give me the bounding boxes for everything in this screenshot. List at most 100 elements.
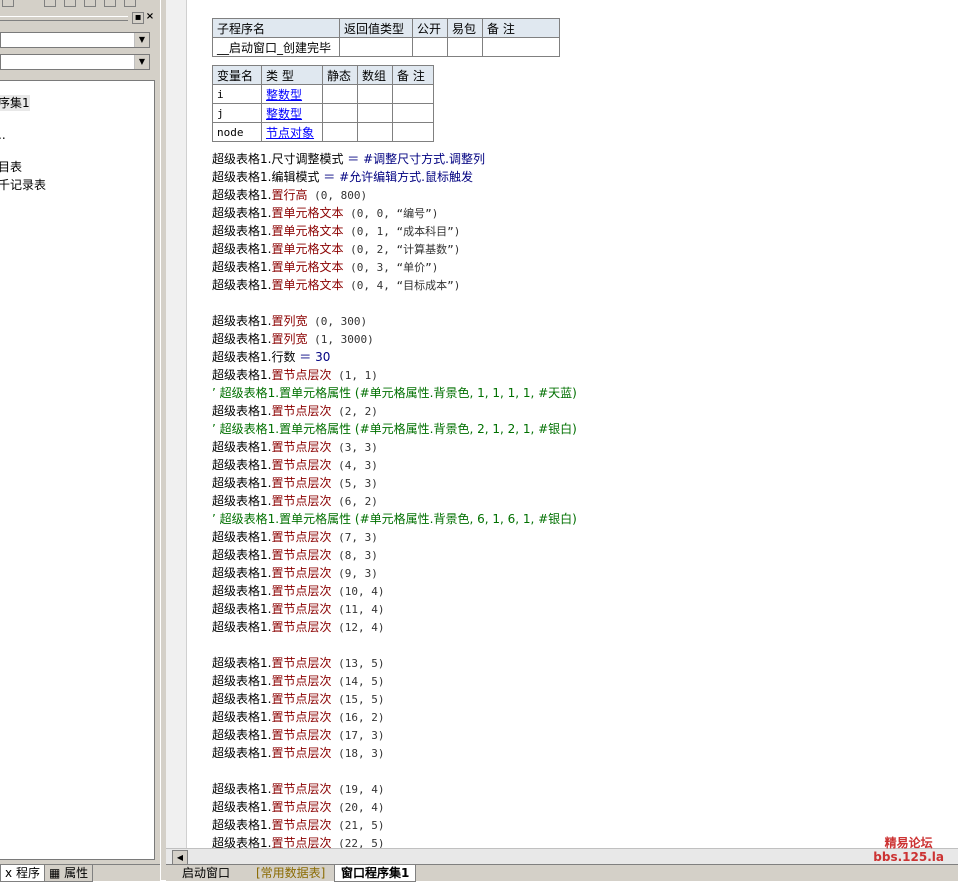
tab-data-table[interactable]: [常用数据表] — [250, 865, 331, 881]
code-line[interactable]: 超级表格1.置节点层次 (13, 5) — [212, 654, 577, 672]
type-link[interactable]: 节点对象 — [266, 126, 314, 140]
blank-line[interactable] — [212, 762, 577, 780]
code-line[interactable]: 超级表格1.置节点层次 (14, 5) — [212, 672, 577, 690]
toolbar-button[interactable] — [124, 0, 136, 7]
method-combo[interactable]: ▼ — [0, 54, 150, 70]
var-header: 静态 — [322, 65, 358, 85]
code-line[interactable]: 超级表格1.置单元格文本 (0, 2, “计算基数”) — [212, 240, 577, 258]
code-line[interactable]: 超级表格1.编辑模式 ＝ #允许编辑方式.鼠标触发 — [212, 168, 577, 186]
tree-item[interactable]: .. — [0, 127, 6, 143]
var-type[interactable]: 整数型 — [261, 103, 323, 123]
subroutine-name[interactable]: __启动窗口_创建完毕 — [212, 37, 340, 57]
code-line[interactable]: 超级表格1.置节点层次 (8, 3) — [212, 546, 577, 564]
tab-properties-label: 属性 — [64, 866, 89, 880]
remark-cell[interactable] — [392, 103, 434, 123]
public-cell[interactable] — [412, 37, 448, 57]
code-line[interactable]: 超级表格1.置单元格文本 (0, 0, “编号”) — [212, 204, 577, 222]
tab-program-label: 程序 — [15, 866, 40, 880]
code-line[interactable]: 超级表格1.置节点层次 (3, 3) — [212, 438, 577, 456]
var-header: 备 注 — [392, 65, 434, 85]
chevron-down-icon[interactable]: ▼ — [134, 55, 149, 69]
var-name[interactable]: j — [212, 103, 262, 123]
array-cell[interactable] — [357, 84, 393, 104]
remark-cell[interactable] — [482, 37, 560, 57]
horizontal-scrollbar[interactable]: ◀ — [166, 848, 958, 865]
var-name[interactable]: node — [212, 122, 262, 142]
array-cell[interactable] — [357, 122, 393, 142]
code-line[interactable]: 超级表格1.置列宽 (1, 3000) — [212, 330, 577, 348]
code-line[interactable]: 超级表格1.置节点层次 (2, 2) — [212, 402, 577, 420]
code-line[interactable]: 超级表格1.置单元格文本 (0, 1, “成本科目”) — [212, 222, 577, 240]
code-line[interactable]: 超级表格1.置节点层次 (12, 4) — [212, 618, 577, 636]
object-combo[interactable]: ▼ — [0, 32, 150, 48]
comment-line[interactable]: ’ 超级表格1.置单元格属性 (#单元格属性.背景色, 2, 1, 2, 1, … — [212, 420, 577, 438]
code-line[interactable]: 超级表格1.置节点层次 (7, 3) — [212, 528, 577, 546]
code-line[interactable]: 超级表格1.置节点层次 (20, 4) — [212, 798, 577, 816]
code-line[interactable]: 超级表格1.置节点层次 (15, 5) — [212, 690, 577, 708]
code-line[interactable]: 超级表格1.置节点层次 (5, 3) — [212, 474, 577, 492]
scroll-left-icon[interactable]: ◀ — [172, 850, 188, 865]
properties-icon: ▦ — [49, 866, 61, 880]
return-type-cell[interactable] — [339, 37, 413, 57]
code-line[interactable]: 超级表格1.行数 ＝ 30 — [212, 348, 577, 366]
var-header: 类 型 — [261, 65, 323, 85]
pin-icon[interactable]: ▪ — [132, 12, 144, 24]
code-editor[interactable]: 子程序名 返回值类型 公开 易包 备 注 __启动窗口_创建完毕 变量名 类 型… — [166, 0, 958, 850]
static-cell[interactable] — [322, 122, 358, 142]
var-name[interactable]: i — [212, 84, 262, 104]
code-line[interactable]: 超级表格1.置节点层次 (6, 2) — [212, 492, 577, 510]
code-line[interactable]: 超级表格1.置列宽 (0, 300) — [212, 312, 577, 330]
code-line[interactable]: 超级表格1.置节点层次 (1, 1) — [212, 366, 577, 384]
toolbar-button[interactable] — [2, 0, 14, 7]
toolbar-button[interactable] — [84, 0, 96, 7]
code-line[interactable]: 超级表格1.置节点层次 (21, 5) — [212, 816, 577, 834]
close-icon[interactable]: × — [145, 12, 155, 22]
tab-start-window[interactable]: 启动窗口 — [176, 865, 236, 881]
code-line[interactable]: 超级表格1.置节点层次 (18, 3) — [212, 744, 577, 762]
var-type[interactable]: 节点对象 — [261, 122, 323, 142]
chevron-down-icon[interactable]: ▼ — [134, 33, 149, 47]
tab-window-program-set[interactable]: 窗口程序集1 — [334, 865, 417, 882]
program-tree[interactable]: 序集1 .. 目表 千记录表 — [0, 80, 155, 860]
code-line[interactable]: 超级表格1.置节点层次 (10, 4) — [212, 582, 577, 600]
toolbar-button[interactable] — [44, 0, 56, 7]
document-tabs: 启动窗口 [常用数据表] 窗口程序集1 — [166, 864, 958, 882]
code-line[interactable]: 超级表格1.置节点层次 (17, 3) — [212, 726, 577, 744]
remark-cell[interactable] — [392, 122, 434, 142]
remark-cell[interactable] — [392, 84, 434, 104]
tree-item[interactable]: 序集1 — [0, 95, 30, 111]
var-type[interactable]: 整数型 — [261, 84, 323, 104]
easy-pack-cell[interactable] — [447, 37, 483, 57]
tree-item[interactable]: 千记录表 — [0, 177, 46, 193]
static-cell[interactable] — [322, 84, 358, 104]
code-line[interactable]: 超级表格1.置节点层次 (11, 4) — [212, 600, 577, 618]
static-cell[interactable] — [322, 103, 358, 123]
code-lines[interactable]: 超级表格1.尺寸调整模式 ＝ #调整尺寸方式.调整列 超级表格1.编辑模式 ＝ #… — [212, 150, 577, 852]
top-toolbar — [0, 0, 160, 8]
code-line[interactable]: 超级表格1.置节点层次 (16, 2) — [212, 708, 577, 726]
code-line[interactable]: 超级表格1.尺寸调整模式 ＝ #调整尺寸方式.调整列 — [212, 150, 577, 168]
sub-header: 公开 — [412, 18, 448, 38]
code-line[interactable]: 超级表格1.置节点层次 (4, 3) — [212, 456, 577, 474]
code-line[interactable]: 超级表格1.置节点层次 (9, 3) — [212, 564, 577, 582]
tab-properties[interactable]: ▦ 属性 — [44, 865, 94, 882]
sub-header: 易包 — [447, 18, 483, 38]
code-line[interactable]: 超级表格1.置节点层次 (19, 4) — [212, 780, 577, 798]
code-line[interactable]: 超级表格1.置单元格文本 (0, 3, “单价”) — [212, 258, 577, 276]
toolbar-button[interactable] — [104, 0, 116, 7]
panel-grip[interactable] — [0, 16, 128, 21]
tree-item[interactable]: 目表 — [0, 159, 22, 175]
table-row: i 整数型 — [212, 84, 434, 104]
tab-program[interactable]: x 程序 — [0, 865, 45, 882]
code-line[interactable]: 超级表格1.置单元格文本 (0, 4, “目标成本”) — [212, 276, 577, 294]
subroutine-table: 子程序名 返回值类型 公开 易包 备 注 __启动窗口_创建完毕 — [212, 18, 560, 57]
blank-line[interactable] — [212, 294, 577, 312]
array-cell[interactable] — [357, 103, 393, 123]
blank-line[interactable] — [212, 636, 577, 654]
type-link[interactable]: 整数型 — [266, 107, 302, 121]
comment-line[interactable]: ’ 超级表格1.置单元格属性 (#单元格属性.背景色, 1, 1, 1, 1, … — [212, 384, 577, 402]
type-link[interactable]: 整数型 — [266, 88, 302, 102]
toolbar-button[interactable] — [64, 0, 76, 7]
code-line[interactable]: 超级表格1.置行高 (0, 800) — [212, 186, 577, 204]
comment-line[interactable]: ’ 超级表格1.置单元格属性 (#单元格属性.背景色, 6, 1, 6, 1, … — [212, 510, 577, 528]
